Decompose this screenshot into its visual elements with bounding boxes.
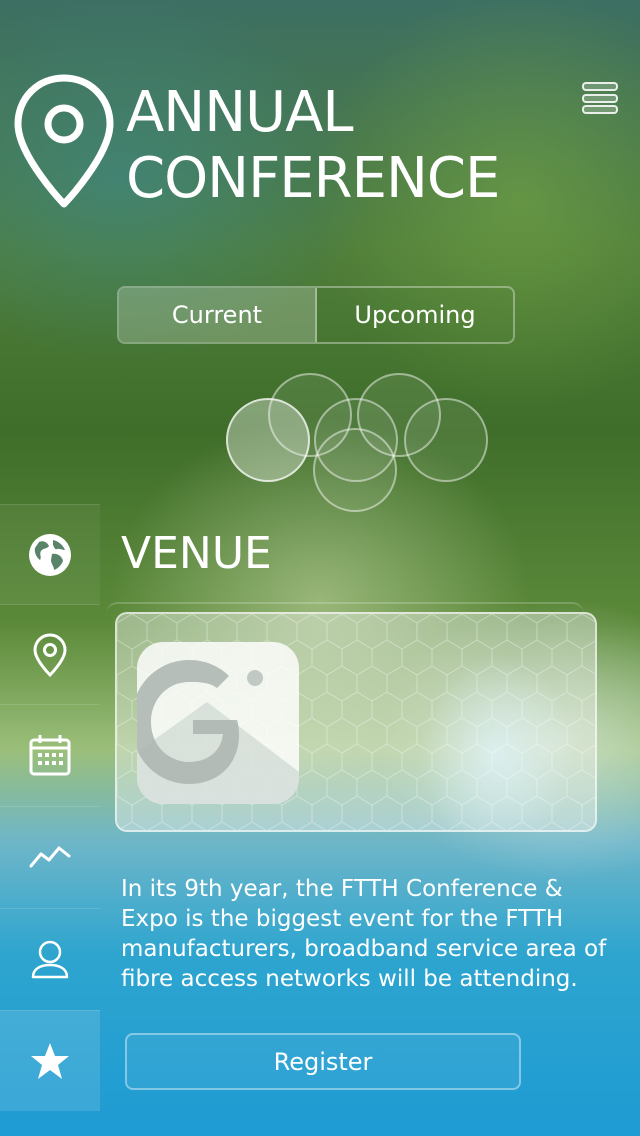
globe-icon (29, 534, 71, 576)
menu-bar (582, 93, 618, 103)
user-icon (31, 940, 69, 979)
google-maps-icon (137, 642, 299, 804)
sidebar-item-calendar[interactable] (0, 704, 100, 805)
tab-upcoming[interactable]: Upcoming (317, 288, 513, 342)
calendar-icon (29, 735, 71, 776)
chart-line-icon (29, 846, 71, 868)
menu-bar (582, 82, 618, 91)
menu-bar (582, 105, 618, 114)
star-icon (31, 1043, 69, 1079)
sidebar-item-location[interactable] (0, 604, 100, 705)
sidebar-nav (0, 504, 100, 1111)
carousel-dot[interactable] (313, 428, 397, 512)
sidebar-item-venue[interactable] (0, 504, 100, 605)
carousel-dot-active[interactable] (226, 398, 310, 482)
location-pin-icon (33, 633, 67, 677)
section-title: VENUE (121, 528, 272, 579)
segmented-tabs: Current Upcoming (117, 286, 515, 344)
location-pin-icon (14, 74, 114, 208)
venue-map-card[interactable] (115, 612, 597, 832)
tab-current[interactable]: Current (119, 288, 317, 342)
app-title: ANNUAL CONFERENCE (126, 80, 500, 212)
sidebar-item-stats[interactable] (0, 806, 100, 907)
venue-description: In its 9th year, the FTTH Conference & E… (121, 876, 607, 992)
carousel-dot[interactable] (404, 398, 488, 482)
app-screen: ANNUAL CONFERENCE Current Upcoming VENUE… (0, 0, 640, 1136)
title-line-1: ANNUAL (126, 80, 354, 145)
hamburger-menu-icon[interactable] (582, 82, 618, 114)
sidebar-item-profile[interactable] (0, 908, 100, 1009)
register-button[interactable]: Register (125, 1033, 521, 1090)
title-line-2: CONFERENCE (126, 146, 500, 211)
sidebar-item-favorites[interactable] (0, 1010, 100, 1111)
